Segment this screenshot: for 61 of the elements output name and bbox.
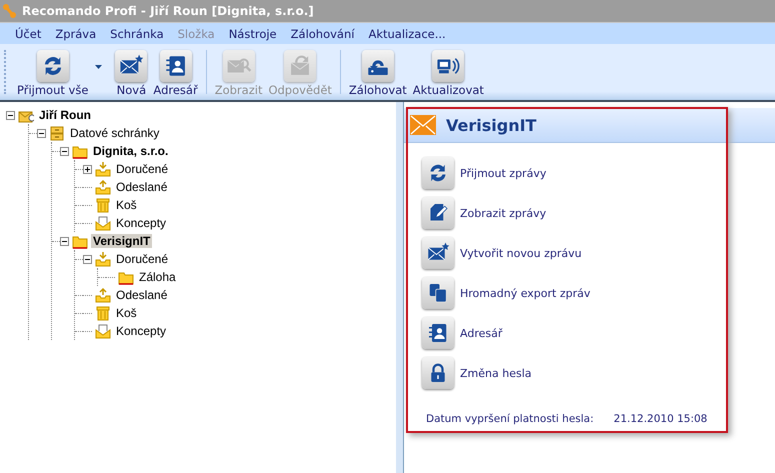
panel-title: VerisignIT — [446, 116, 536, 134]
collapse-icon[interactable] — [60, 146, 69, 156]
sync-arrows-icon — [422, 157, 454, 189]
envelope-magnifier-icon — [222, 50, 255, 82]
toolbar-button[interactable]: Přijmout vše — [14, 44, 92, 100]
sync-arrows-icon — [36, 50, 69, 82]
tree-item[interactable]: Doručené — [114, 252, 170, 266]
menu-item[interactable]: Aktualizace... — [361, 26, 453, 40]
app-logo-icon — [3, 3, 17, 19]
collapse-icon[interactable] — [60, 236, 69, 246]
menu-item[interactable]: Zpráva — [48, 26, 104, 40]
collapse-icon[interactable] — [83, 254, 92, 264]
menu-item[interactable]: Účet — [8, 26, 48, 40]
documents-icon — [422, 277, 454, 309]
envelope-letter-icon — [95, 323, 111, 339]
tree-item[interactable]: Datové schránky — [68, 126, 162, 140]
action-link[interactable]: Vytvořit novou zprávu — [460, 246, 582, 260]
toolbar-button[interactable]: Zálohovat — [346, 44, 410, 100]
toolbar-button[interactable]: Nová — [112, 44, 150, 100]
tree-item[interactable]: VerisignIT — [91, 234, 152, 248]
action-link[interactable]: Zobrazit zprávy — [460, 206, 546, 220]
menu-item[interactable]: Zálohování — [284, 26, 362, 40]
tree-item[interactable]: Záloha — [137, 270, 178, 284]
tree-item[interactable]: Odeslané — [114, 288, 170, 302]
menu-item[interactable]: Schránka — [103, 26, 171, 40]
tree-item[interactable]: Koš — [114, 306, 139, 320]
contact-card-icon — [160, 50, 192, 82]
tree-item[interactable]: Jiří Roun — [37, 108, 94, 122]
tree-item[interactable]: Odeslané — [114, 180, 170, 194]
collapse-icon[interactable] — [6, 110, 15, 120]
envelope-icon — [410, 115, 436, 135]
document-pencil-icon — [422, 197, 454, 229]
action-link[interactable]: Změna hesla — [460, 366, 532, 380]
dropdown-arrow-icon[interactable] — [95, 65, 102, 69]
toolbar-button[interactable]: Adresář — [150, 44, 201, 100]
tray-down-arrow-icon — [95, 161, 111, 177]
trash-icon — [95, 197, 111, 213]
trash-icon — [95, 305, 111, 321]
envelope-letter-icon — [95, 215, 111, 231]
window-title: Recomando Profi - Jiří Roun [Dignita, s.r.o.] — [22, 4, 314, 18]
tree-item[interactable]: Koncepty — [114, 216, 168, 230]
toolbar-button[interactable]: Aktualizovat — [410, 44, 487, 100]
action-link[interactable]: Adresář — [460, 326, 502, 340]
computer-signal-icon — [432, 50, 464, 82]
tray-up-arrow-icon — [95, 287, 111, 303]
expiry-label: Datum vypršení platnosti hesla: — [426, 413, 594, 425]
tree-item[interactable]: Dignita, s.r.o. — [91, 144, 170, 158]
expiry-value: 21.12.2010 15:08 — [614, 413, 708, 425]
menu-item[interactable]: Nástroje — [222, 26, 284, 40]
collapse-icon[interactable] — [37, 128, 46, 138]
tray-down-arrow-icon — [95, 251, 111, 267]
action-link[interactable]: Přijmout zprávy — [460, 166, 546, 180]
contact-card-icon — [422, 317, 454, 349]
tree-item[interactable]: Doručené — [114, 162, 170, 176]
action-link[interactable]: Hromadný export zpráv — [460, 286, 590, 300]
tree-item[interactable]: Koncepty — [114, 324, 168, 338]
padlock-icon — [422, 357, 454, 389]
expand-icon[interactable] — [83, 164, 92, 174]
tree-item[interactable]: Koš — [114, 198, 139, 212]
drawer-icon — [49, 125, 65, 141]
tray-up-arrow-icon — [95, 179, 111, 195]
